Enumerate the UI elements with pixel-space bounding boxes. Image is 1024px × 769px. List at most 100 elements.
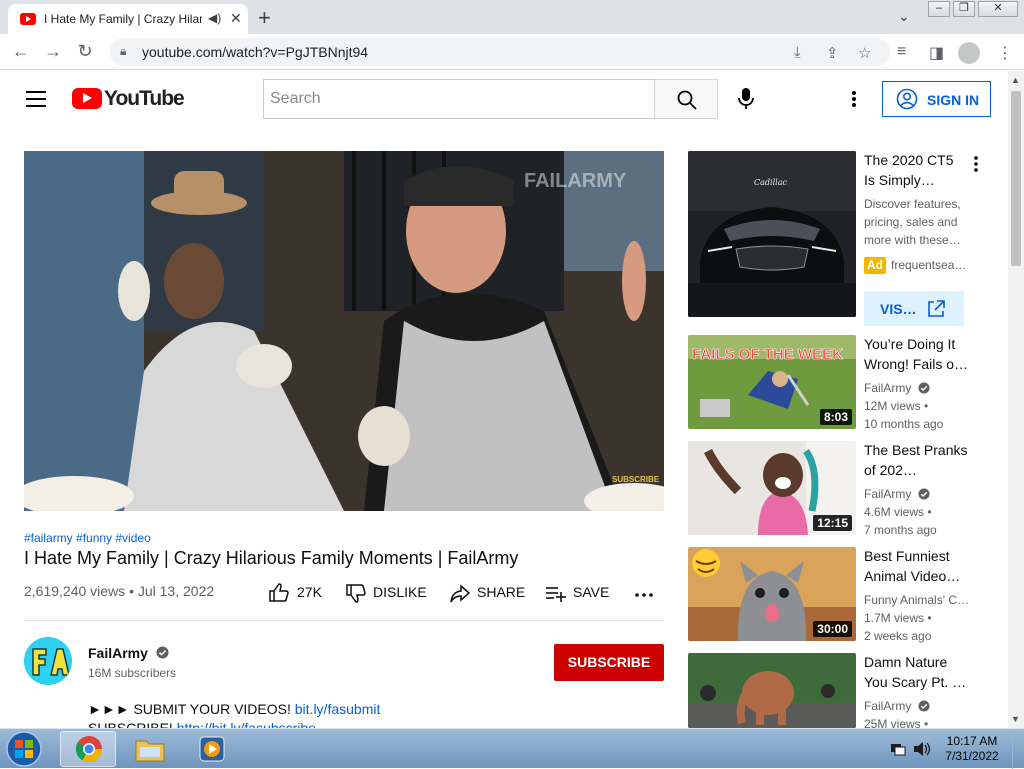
tab-search-icon[interactable]: ⌄	[898, 8, 910, 25]
youtube-header: YouTube SIGN IN	[0, 71, 1008, 127]
scrollbar-thumb[interactable]	[1011, 91, 1021, 266]
related-channel-name: FailArmy	[864, 487, 912, 501]
youtube-logo-icon[interactable]	[72, 88, 102, 109]
verified-badge-icon	[918, 382, 930, 394]
ad-badge: Ad	[864, 257, 886, 274]
settings-more-icon[interactable]	[844, 87, 864, 111]
ad-thumb-brand: Cadillac	[754, 178, 787, 187]
video-hashtags[interactable]: #failarmy #funny #video	[24, 531, 151, 545]
verified-badge-icon	[156, 646, 169, 659]
channel-name[interactable]: FailArmy	[88, 645, 169, 661]
search-input[interactable]	[263, 79, 655, 119]
elephant-image	[688, 653, 856, 728]
scroll-up-arrow-icon[interactable]: ▲	[1011, 75, 1020, 85]
close-window-button[interactable]: ✕	[978, 1, 1018, 17]
guide-menu-icon[interactable]	[26, 91, 46, 107]
subscribe-button[interactable]: SUBSCRIBE	[554, 644, 664, 681]
related-views: 12M views •	[864, 399, 929, 413]
youtube-wordmark[interactable]: YouTube	[104, 87, 185, 111]
media-control-icon[interactable]: ≡	[897, 43, 906, 61]
ad-advertiser: frequentsea…	[891, 258, 967, 272]
side-panel-icon[interactable]: ◨	[929, 43, 944, 63]
description-text: ►►► SUBMIT YOUR VIDEOS!	[88, 701, 295, 717]
browser-tab[interactable]: I Hate My Family | Crazy Hilarious Famil…	[8, 4, 248, 34]
related-thumbnail[interactable]	[688, 653, 856, 728]
submit-videos-link[interactable]: bit.ly/fasubmit	[295, 701, 381, 717]
related-thumbnail[interactable]: 12:15	[688, 441, 856, 535]
browser-toolbar: ← → ↻ 🔒︎ youtube.com/watch?v=PgJTBNnjt94…	[0, 34, 1024, 70]
description-text: SUBSCRIBE!	[88, 720, 177, 728]
taskbar-media-player[interactable]	[184, 731, 240, 767]
windows-start-icon[interactable]	[4, 730, 44, 768]
section-divider	[24, 620, 664, 621]
address-bar[interactable]: 🔒︎ youtube.com/watch?v=PgJTBNnjt94 ⤓ ⇪ ☆	[110, 38, 890, 66]
thumbs-up-icon	[269, 583, 289, 602]
video-player[interactable]: FAILARMY SUBSCRIBE	[24, 151, 664, 511]
share-label: SHARE	[477, 584, 526, 600]
ad-more-icon[interactable]	[970, 154, 982, 174]
forward-arrow-icon[interactable]: →	[42, 41, 64, 62]
related-age: 10 months ago	[864, 417, 944, 431]
minimize-window-button[interactable]: –	[928, 1, 950, 17]
network-icon[interactable]	[890, 741, 906, 757]
channel-avatar[interactable]	[24, 637, 72, 685]
ad-title[interactable]: The 2020 CT5 Is Simply…	[864, 150, 968, 190]
system-clock[interactable]: 10:17 AM 7/31/2022	[940, 734, 1004, 764]
related-thumbnail[interactable]: FAILS OF THE WEEK 8:03	[688, 335, 856, 429]
audio-playing-icon[interactable]: ◀)	[208, 11, 221, 25]
ad-thumbnail[interactable]: Cadillac	[688, 151, 856, 317]
scroll-down-arrow-icon[interactable]: ▼	[1011, 714, 1020, 724]
related-title[interactable]: Best Funniest Animal Video…	[864, 546, 968, 586]
taskbar-chrome[interactable]	[60, 731, 116, 767]
sign-in-label: SIGN IN	[927, 92, 980, 108]
related-views: 4.6M views •	[864, 505, 932, 519]
close-tab-icon[interactable]: ✕	[230, 10, 242, 27]
playlist-add-icon	[546, 587, 566, 602]
related-channel[interactable]: FailArmy	[864, 697, 974, 715]
share-arrow-icon	[450, 584, 471, 603]
microphone-icon[interactable]	[736, 87, 756, 111]
video-duration: 8:03	[819, 409, 852, 425]
sign-in-button[interactable]: SIGN IN	[882, 81, 991, 117]
verified-badge-icon	[918, 488, 930, 500]
video-duration: 12:15	[813, 515, 852, 531]
profile-avatar-icon[interactable]	[958, 42, 980, 64]
related-title[interactable]: You’re Doing It Wrong! Fails o…	[864, 334, 968, 374]
related-age: 2 weeks ago	[864, 629, 932, 643]
related-channel[interactable]: FailArmy	[864, 379, 974, 397]
thumbs-down-icon	[346, 584, 366, 603]
page-scrollbar[interactable]: ▲ ▼	[1008, 71, 1024, 728]
new-tab-button[interactable]: +	[258, 5, 271, 31]
related-channel-name: FailArmy	[864, 699, 912, 713]
related-title[interactable]: The Best Pranks of 202…	[864, 440, 968, 480]
folder-icon	[135, 740, 165, 762]
related-channel[interactable]: FailArmy	[864, 485, 974, 503]
reload-icon[interactable]: ↻	[74, 41, 96, 62]
more-actions-icon[interactable]	[634, 588, 654, 602]
chrome-menu-icon[interactable]: ⋮	[997, 43, 1013, 63]
lock-icon: 🔒︎	[120, 44, 127, 58]
taskbar-explorer[interactable]	[122, 731, 178, 767]
show-desktop-button[interactable]	[1012, 729, 1024, 769]
related-views: 1.7M views •	[864, 611, 932, 625]
share-page-icon[interactable]: ⇪	[826, 44, 839, 62]
related-channel[interactable]: Funny Animals' C…	[864, 591, 974, 609]
related-age: 7 months ago	[864, 523, 937, 537]
description-line: ►►► SUBMIT YOUR VIDEOS! bit.ly/fasubmit	[88, 701, 380, 717]
ad-visit-button[interactable]: VIS…	[864, 291, 964, 326]
tab-title: I Hate My Family | Crazy Hilarious Famil…	[44, 12, 202, 26]
subscribe-link[interactable]: http://bit.ly/fasubscribe	[177, 720, 316, 728]
back-arrow-icon[interactable]: ←	[10, 41, 32, 62]
watermark-text: FAILARMY	[524, 170, 627, 192]
search-button[interactable]	[654, 79, 718, 119]
install-app-icon[interactable]: ⤓	[794, 44, 801, 61]
related-title[interactable]: Damn Nature You Scary Pt. …	[864, 652, 968, 692]
related-views: 25M views •	[864, 717, 929, 728]
bookmark-star-icon[interactable]: ☆	[858, 44, 871, 62]
restore-window-button[interactable]: ❐	[953, 1, 975, 17]
external-link-icon	[928, 300, 945, 317]
volume-icon[interactable]	[913, 741, 931, 757]
browser-tab-strip: I Hate My Family | Crazy Hilarious Famil…	[0, 0, 1024, 34]
video-title: I Hate My Family | Crazy Hilarious Famil…	[24, 548, 519, 568]
related-thumbnail[interactable]: 30:00	[688, 547, 856, 641]
